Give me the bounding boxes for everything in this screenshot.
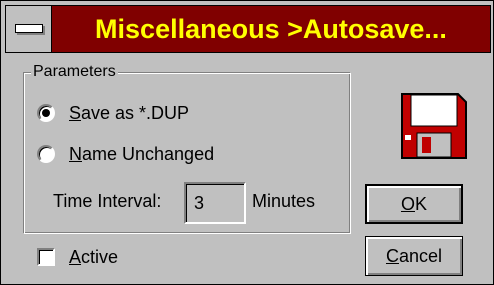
system-menu-button[interactable]	[6, 6, 52, 52]
active-label: Active	[69, 246, 119, 267]
parameters-group-label: Parameters	[31, 63, 118, 81]
title-bar: Miscellaneous >Autosave...	[5, 5, 491, 53]
autosave-dialog: Miscellaneous >Autosave... Parameters Sa…	[0, 0, 494, 285]
window-title: Miscellaneous >Autosave...	[95, 14, 447, 44]
name-unchanged-label: Name Unchanged	[69, 143, 215, 164]
name-unchanged-radio[interactable]	[37, 145, 55, 163]
minutes-label: Minutes	[252, 191, 316, 211]
ok-button[interactable]: OK	[365, 184, 463, 224]
cancel-button[interactable]: Cancel	[365, 236, 463, 276]
floppy-disk-icon	[401, 93, 467, 159]
save-as-dup-label: Save as *.DUP	[69, 102, 190, 123]
active-checkbox[interactable]	[37, 248, 55, 266]
save-as-dup-option[interactable]: Save as *.DUP	[37, 101, 189, 125]
time-interval-label: Time Interval:	[53, 191, 162, 211]
active-option[interactable]: Active	[37, 246, 118, 268]
name-unchanged-option[interactable]: Name Unchanged	[37, 142, 214, 166]
time-interval-input[interactable]	[184, 182, 246, 224]
save-as-dup-radio[interactable]	[37, 104, 55, 122]
system-menu-bar-icon	[15, 24, 43, 33]
